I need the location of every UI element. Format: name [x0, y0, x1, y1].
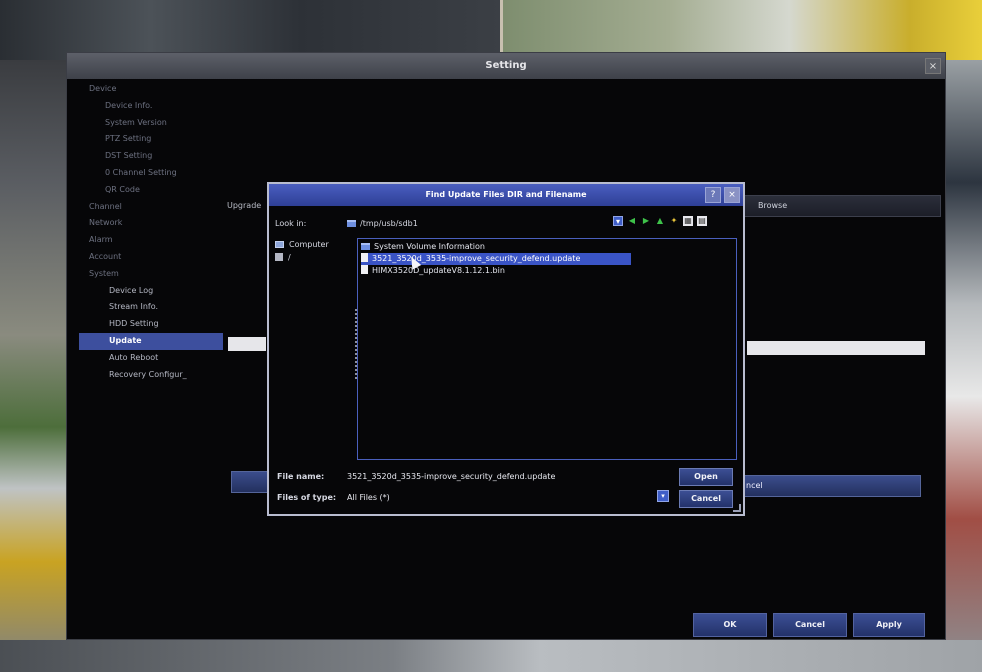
cancel-button[interactable]: Cancel — [773, 613, 847, 637]
sidebar-item-hdd-setting[interactable]: HDD Setting — [67, 316, 217, 333]
resize-grip-icon[interactable] — [733, 504, 741, 512]
setting-window-title: Setting — [67, 53, 945, 79]
dropdown-arrow-icon[interactable]: ▾ — [613, 216, 623, 226]
dialog-close-button[interactable]: × — [724, 187, 740, 203]
sidebar-item-ptz-setting[interactable]: PTZ Setting — [67, 131, 217, 148]
sidebar-item-device[interactable]: Device — [67, 81, 217, 98]
look-in-label: Look in: — [275, 219, 307, 228]
look-in-path: /tmp/usb/sdb1 — [360, 219, 418, 228]
sidebar-item-channel[interactable]: Channel — [67, 199, 217, 216]
up-arrow-icon[interactable]: ▲ — [655, 216, 665, 226]
sidebar-item-system-version[interactable]: System Version — [67, 115, 217, 132]
files-of-type-label: Files of type: — [277, 493, 337, 502]
file-list[interactable]: System Volume Information 3521_3520d_353… — [357, 238, 737, 460]
file-icon — [361, 253, 368, 262]
detail-view-icon[interactable]: ▤ — [697, 216, 707, 226]
file-label: 3521_3520d_3535-improve_security_defend.… — [372, 254, 581, 263]
camera-tile-top-left — [0, 0, 500, 60]
sidebar-item-device-log[interactable]: Device Log — [67, 283, 217, 300]
list-item[interactable]: System Volume Information — [361, 241, 733, 253]
place-label: / — [288, 253, 291, 262]
new-folder-icon[interactable]: ✦ — [669, 216, 679, 226]
dialog-title: Find Update Files DIR and Filename — [269, 184, 743, 206]
sidebar-item-account[interactable]: Account — [67, 249, 217, 266]
dialog-toolbar: ▾ ◀ ▶ ▲ ✦ ▦ ▤ — [613, 216, 707, 230]
settings-sidebar: Device Device Info. System Version PTZ S… — [67, 81, 223, 384]
place-item-root[interactable]: / — [275, 251, 355, 264]
cancel-upgrade-button[interactable]: ncel — [743, 475, 921, 497]
sidebar-item-stream-info[interactable]: Stream Info. — [67, 299, 217, 316]
list-view-icon[interactable]: ▦ — [683, 216, 693, 226]
ok-button[interactable]: OK — [693, 613, 767, 637]
file-label: System Volume Information — [374, 242, 485, 251]
folder-icon — [361, 243, 370, 250]
dialog-cancel-button[interactable]: Cancel — [679, 490, 733, 508]
upgrade-button[interactable] — [231, 471, 271, 493]
place-label: Computer — [289, 240, 329, 249]
sidebar-item-device-info[interactable]: Device Info. — [67, 98, 217, 115]
browse-button[interactable]: Browse — [741, 195, 941, 217]
grid-divider — [500, 0, 503, 60]
apply-button[interactable]: Apply — [853, 613, 925, 637]
disk-icon — [275, 253, 283, 261]
sidebar-item-system[interactable]: System — [67, 266, 217, 283]
sidebar-item-qr-code[interactable]: QR Code — [67, 182, 217, 199]
sidebar-item-update[interactable]: Update — [79, 332, 223, 350]
sidebar-item-network[interactable]: Network — [67, 215, 217, 232]
file-name-label: File name: — [277, 472, 325, 481]
upgrade-label: Upgrade — [227, 201, 262, 210]
places-panel: Computer / — [275, 238, 355, 264]
folder-icon — [347, 220, 356, 227]
chevron-down-icon[interactable]: ▾ — [657, 490, 669, 502]
find-update-files-dialog: Find Update Files DIR and Filename ? × L… — [267, 182, 745, 516]
file-name-input[interactable]: 3521_3520d_3535-improve_security_defend.… — [347, 472, 555, 481]
place-item-computer[interactable]: Computer — [275, 238, 355, 251]
help-button[interactable]: ? — [705, 187, 721, 203]
sidebar-item-dst-setting[interactable]: DST Setting — [67, 148, 217, 165]
files-of-type-select[interactable]: All Files (*) — [347, 493, 390, 502]
sidebar-item-zero-channel[interactable]: 0 Channel Setting — [67, 165, 217, 182]
file-label: HIMX3520D_updateV8.1.12.1.bin — [372, 266, 505, 275]
setting-close-button[interactable]: × — [925, 58, 941, 74]
path-field-right[interactable] — [747, 341, 925, 355]
look-in-combo[interactable]: /tmp/usb/sdb1 — [347, 219, 418, 228]
sidebar-item-alarm[interactable]: Alarm — [67, 232, 217, 249]
back-arrow-icon[interactable]: ◀ — [627, 216, 637, 226]
open-button[interactable]: Open — [679, 468, 733, 486]
camera-tile-top-right — [500, 0, 982, 60]
computer-icon — [275, 241, 284, 248]
camera-tile-left — [0, 60, 66, 672]
list-item-selected[interactable]: 3521_3520d_3535-improve_security_defend.… — [361, 253, 631, 265]
sidebar-item-auto-reboot[interactable]: Auto Reboot — [67, 350, 217, 367]
camera-tile-right — [944, 60, 982, 672]
forward-arrow-icon[interactable]: ▶ — [641, 216, 651, 226]
camera-tile-bottom — [0, 640, 982, 672]
sidebar-item-recovery-config[interactable]: Recovery Configur_ — [67, 367, 217, 384]
file-icon — [361, 265, 368, 274]
path-field-left[interactable] — [228, 337, 266, 351]
